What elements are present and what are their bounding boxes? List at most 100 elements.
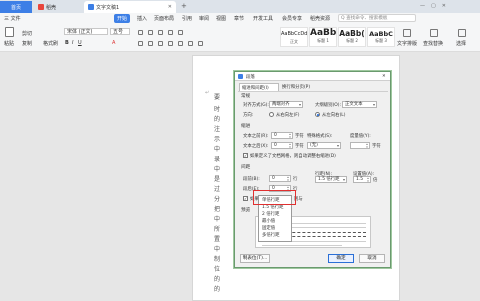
measure-spinner[interactable]: ▴ ▾ [365, 143, 369, 149]
tab-shell[interactable]: 稻壳 [34, 1, 82, 13]
snap-to-grid-checkbox[interactable]: ✓ [243, 196, 248, 201]
menu-bar: 三 文件 开始 插入 页面布局 引用 审阅 视图 章节 开发工具 会员专享 稻壳… [0, 13, 480, 24]
style-normal[interactable]: AaBbCcDd 正文 [280, 27, 308, 47]
setting-value-input[interactable]: 1.5 ▴ ▾ [353, 176, 371, 183]
menu-resources[interactable]: 稻壳资源 [310, 15, 330, 22]
new-tab-button[interactable]: + [181, 2, 187, 10]
tab-home[interactable]: 首页 [0, 1, 32, 13]
side-char: 的 [214, 276, 221, 283]
select-button[interactable]: 选择 [456, 40, 466, 47]
alignment-select[interactable]: 两端对齐 [269, 101, 303, 108]
indent-before-unit: 字符 [295, 134, 304, 139]
menu-insert[interactable]: 插入 [137, 15, 147, 22]
side-char: 时 [214, 106, 221, 113]
option-double[interactable]: 2 倍行距 [259, 211, 291, 218]
ok-button[interactable]: 确定 [328, 254, 354, 263]
paste-icon[interactable] [5, 27, 14, 37]
rtl-radio[interactable] [269, 112, 274, 117]
menu-layout[interactable]: 页面布局 [154, 15, 174, 22]
search-input[interactable]: Q 查找命令、搜索模板 [338, 14, 416, 22]
sort-icon[interactable] [168, 30, 173, 35]
line-spacing-select[interactable]: 1.5 倍行距 [315, 176, 347, 183]
menu-review[interactable]: 审阅 [199, 15, 209, 22]
align-center-icon[interactable] [148, 41, 153, 46]
font-family-value: 宋体 (正文) [67, 29, 93, 35]
shading-icon[interactable] [188, 41, 193, 46]
text-tools-icon[interactable] [403, 29, 411, 37]
spacing-before-spinner[interactable]: ▴ ▾ [286, 176, 290, 182]
option-1-5[interactable]: 1.5 倍行距 [259, 204, 291, 211]
style-heading-3-name: 标题 3 [375, 38, 387, 43]
indent-after-spinner[interactable]: ▴ ▾ [288, 143, 292, 149]
window-controls: —▢✕ [420, 3, 452, 9]
select-icon[interactable] [458, 29, 466, 37]
find-replace-icon[interactable] [430, 29, 438, 37]
alignment-value: 两端对齐 [272, 102, 290, 107]
bold-button[interactable]: B [65, 40, 69, 46]
side-char: 录 [214, 156, 221, 163]
format-painter-button[interactable]: 格式刷 [43, 40, 58, 47]
setting-value-spinner[interactable]: ▴ ▾ [366, 177, 370, 183]
font-family-select[interactable]: 宋体 (正文) [64, 28, 108, 35]
menu-start[interactable]: 开始 [114, 14, 131, 23]
find-replace-button[interactable]: 查找替换 [423, 40, 443, 47]
general-section-title: 常规 [241, 94, 251, 99]
option-at-least[interactable]: 最小值 [259, 218, 291, 225]
close-window-icon[interactable]: ✕ [442, 3, 452, 9]
paragraph-marks-icon[interactable] [178, 30, 183, 35]
side-char: 所 [214, 226, 221, 233]
measure-input[interactable]: ▴ ▾ [350, 142, 370, 149]
style-heading-2[interactable]: AaBb( 标题 2 [338, 27, 366, 47]
align-left-icon[interactable] [138, 41, 143, 46]
menu-references[interactable]: 引用 [182, 15, 192, 22]
special-format-select[interactable]: (无) [307, 142, 341, 149]
outline-level-select[interactable]: 正文文本 [342, 101, 377, 108]
numbering-icon[interactable] [148, 30, 153, 35]
menu-member[interactable]: 会员专享 [282, 15, 302, 22]
text-tools-button[interactable]: 文字排版 [397, 40, 417, 47]
style-heading-3[interactable]: AaBbC 标题 3 [367, 27, 395, 47]
tab-stops-button[interactable]: 制表位(T)... [240, 254, 270, 263]
maximize-icon[interactable]: ▢ [431, 3, 442, 9]
indent-before-spinner[interactable]: ▴ ▾ [288, 133, 292, 139]
tab-indent-spacing[interactable]: 缩进和间距(I) [239, 83, 279, 91]
menu-section[interactable]: 章节 [234, 15, 244, 22]
ltr-radio[interactable] [315, 112, 320, 117]
indent-after-label: 文本之后(X): [243, 144, 269, 149]
paste-label[interactable]: 粘贴 [4, 40, 14, 47]
option-multiple[interactable]: 多倍行距 [259, 232, 291, 239]
minimize-icon[interactable]: — [420, 3, 431, 9]
font-size-select[interactable]: 五号 [110, 28, 130, 35]
distribute-icon[interactable] [178, 41, 183, 46]
style-normal-sample: AaBbCcDd [281, 31, 308, 37]
indent-before-input[interactable]: 0 ▴ ▾ [271, 132, 293, 139]
menu-view[interactable]: 视图 [216, 15, 226, 22]
style-heading-1[interactable]: AaBb 标题 1 [309, 27, 337, 47]
copy-button[interactable]: 复制 [22, 40, 32, 47]
dialog-close-icon[interactable]: ✕ [382, 74, 386, 79]
menu-file[interactable]: 三 文件 [4, 15, 21, 22]
indent-icon[interactable] [158, 30, 163, 35]
auto-right-indent-checkbox[interactable]: ✓ [243, 153, 248, 158]
tab-stops-label: 制表位(T)... [242, 256, 268, 261]
bullets-icon[interactable] [138, 30, 143, 35]
close-tab-icon[interactable]: ✕ [168, 4, 172, 10]
side-char: 中 [214, 216, 221, 223]
cut-button[interactable]: 剪切 [22, 30, 32, 37]
italic-button[interactable]: I [72, 40, 73, 46]
font-color-button[interactable]: A [112, 40, 115, 46]
spacing-before-input[interactable]: 0 ▴ ▾ [269, 175, 291, 182]
side-char: 过 [214, 186, 221, 193]
underline-button[interactable]: U [78, 40, 82, 46]
spacing-before-value: 0 [272, 176, 275, 181]
tab-document[interactable]: 文字文稿1 ✕ [84, 1, 176, 13]
indent-after-input[interactable]: 0 ▴ ▾ [271, 142, 293, 149]
cancel-button[interactable]: 取消 [359, 254, 385, 263]
align-right-icon[interactable] [158, 41, 163, 46]
menu-devtools[interactable]: 开发工具 [253, 15, 273, 22]
borders-icon[interactable] [198, 41, 203, 46]
justify-icon[interactable] [168, 41, 173, 46]
tab-line-page-breaks[interactable]: 换行和分页(P) [280, 83, 320, 91]
setting-value: 1.5 [356, 177, 363, 182]
option-exactly[interactable]: 固定值 [259, 225, 291, 232]
